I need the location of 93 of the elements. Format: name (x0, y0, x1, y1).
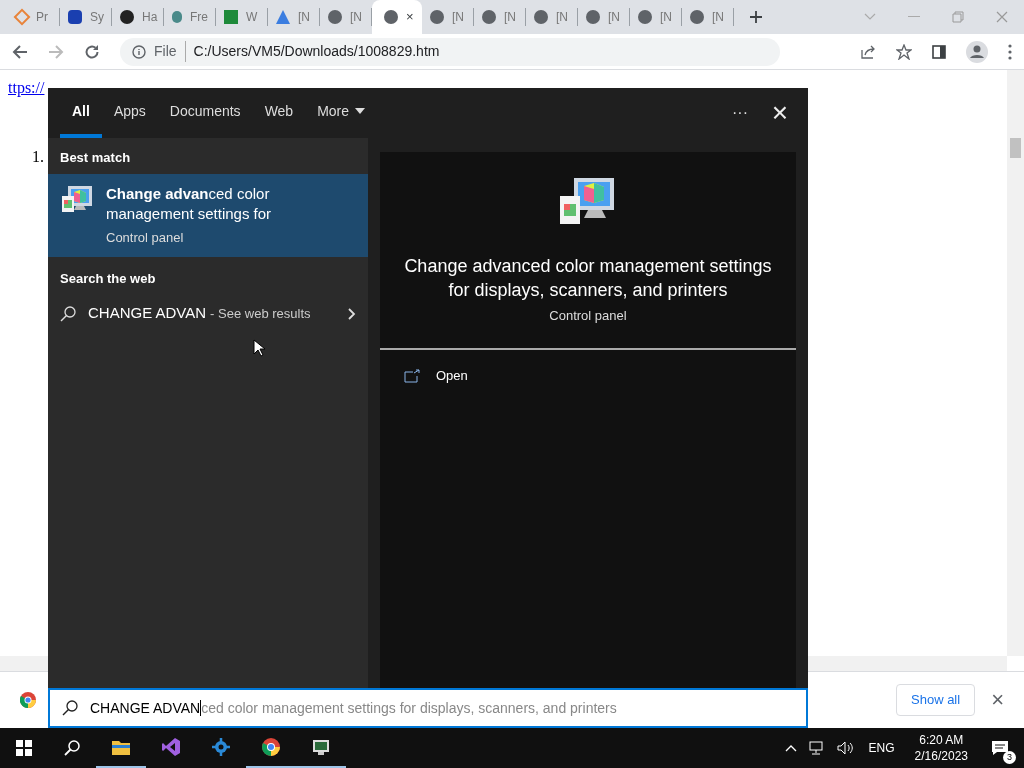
filter-tab[interactable]: Apps (101, 88, 158, 138)
browser-tab[interactable]: Sy (60, 8, 112, 26)
file-label: File (154, 41, 186, 62)
windows-icon (16, 740, 32, 756)
caret-icon (355, 108, 366, 114)
browser-tab[interactable]: × (372, 0, 422, 34)
message-icon (991, 740, 1009, 756)
globe-icon (328, 10, 342, 24)
tab-title: [N (608, 9, 620, 26)
close-button[interactable]: × (760, 93, 800, 133)
browser-tab[interactable]: [N (630, 8, 682, 26)
result-title: Change advanced color management settings for (106, 183, 273, 224)
tab-title: [N (556, 9, 568, 26)
globe-icon (638, 10, 652, 24)
app-icon (172, 11, 182, 23)
mouse-cursor-icon (253, 338, 265, 357)
tab-title: Ha (142, 9, 158, 26)
open-window-icon (404, 368, 420, 383)
tab-title: Sy (90, 9, 104, 26)
gear-icon (211, 737, 231, 757)
tab-title: W (246, 9, 258, 26)
browser-tab[interactable]: [N (682, 8, 734, 26)
tab-title: [N (350, 9, 362, 26)
browser-tab[interactable]: W (216, 8, 268, 26)
filter-tab[interactable]: Documents (157, 88, 253, 138)
plus-icon (749, 10, 763, 24)
browser-tab[interactable]: [N (578, 8, 630, 26)
visual-studio-icon (161, 737, 181, 757)
back-icon[interactable] (12, 43, 28, 60)
section-heading: Search the web (59, 270, 157, 288)
globe-icon (384, 10, 398, 24)
search-icon (62, 700, 78, 716)
reload-icon[interactable] (84, 43, 100, 60)
preview-subtitle: Control panel (549, 307, 627, 325)
autocomplete-suggestion: ced color management settings for displays, scanners, and printers (201, 699, 617, 716)
browser-tab[interactable]: [N (474, 8, 526, 26)
search-query: CHANGE ADVAN (90, 699, 202, 716)
search-icon (60, 305, 76, 322)
web-results-text: - See web results (210, 304, 311, 323)
result-subtitle: Control panel (106, 228, 185, 247)
profile-icon[interactable] (966, 40, 988, 63)
filter-tab[interactable]: More (305, 88, 378, 138)
link[interactable]: ttps:// (8, 76, 45, 100)
tab-title: Fre (190, 9, 208, 26)
language-indicator[interactable]: ENG (864, 739, 899, 757)
open-action[interactable]: Open (380, 359, 796, 392)
menu-icon[interactable] (1008, 43, 1012, 60)
chevron-right-icon (348, 307, 356, 320)
app-icon (68, 10, 82, 24)
clock-date[interactable]: 2/16/2023 (914, 748, 968, 764)
app-icon (224, 10, 238, 24)
clock-time[interactable]: 6:20 AM (919, 732, 964, 748)
close-button[interactable]: × (991, 689, 1004, 711)
close-icon[interactable]: × (406, 7, 414, 27)
query-text: CHANGE ADVAN (88, 303, 207, 324)
chrome-icon (261, 737, 281, 757)
browser-tab[interactable]: [N (422, 8, 474, 26)
notification-button[interactable]: 3 (984, 732, 1016, 764)
tab-title: [N (298, 9, 310, 26)
search-box[interactable]: CHANGE ADVAN ced color management settings for displays, scanners, and printers (48, 688, 808, 728)
globe-icon (534, 10, 548, 24)
browser-tab[interactable]: [N (526, 8, 578, 26)
network-icon[interactable] (808, 741, 825, 755)
list-number: 1. (32, 147, 44, 167)
filter-tab[interactable]: Web (252, 88, 306, 138)
preview-title: Change advanced color management settings for displays, scanners, and printers (403, 255, 773, 302)
notification-count: 3 (1003, 751, 1016, 764)
vertical-scrollbar[interactable] (1007, 70, 1024, 656)
monitor-icon (311, 737, 331, 757)
volume-icon[interactable] (836, 741, 853, 755)
star-icon[interactable] (896, 43, 912, 60)
address-bar[interactable]: File C:/Users/VM5/Downloads/1008829.htm (120, 37, 780, 66)
globe-icon (482, 10, 496, 24)
web-search-item[interactable]: CHANGE ADVAN - See web results (48, 296, 368, 331)
tab-title: [N (712, 9, 724, 26)
share-icon[interactable] (860, 43, 876, 60)
show-all-button[interactable]: Show all (896, 684, 976, 716)
side-panel-icon[interactable] (932, 44, 946, 59)
chrome-icon[interactable] (20, 692, 36, 708)
tab-title: [N (452, 9, 464, 26)
chevron-up-icon[interactable] (784, 744, 797, 752)
more-options-button[interactable]: ··· (720, 93, 760, 133)
url-text: C:/Users/VM5/Downloads/1008829.htm (193, 42, 440, 61)
globe-icon (690, 10, 704, 24)
search-icon[interactable] (64, 740, 80, 756)
tab-title: Pr (36, 9, 48, 26)
section-heading: Best match (59, 149, 132, 167)
globe-icon (586, 10, 600, 24)
tab-title: [N (504, 9, 516, 26)
info-icon (132, 44, 146, 59)
tab-title: [N (660, 9, 672, 26)
globe-icon (430, 10, 444, 24)
best-match-item[interactable]: Change advanced color management settings for Control panel (48, 173, 368, 257)
